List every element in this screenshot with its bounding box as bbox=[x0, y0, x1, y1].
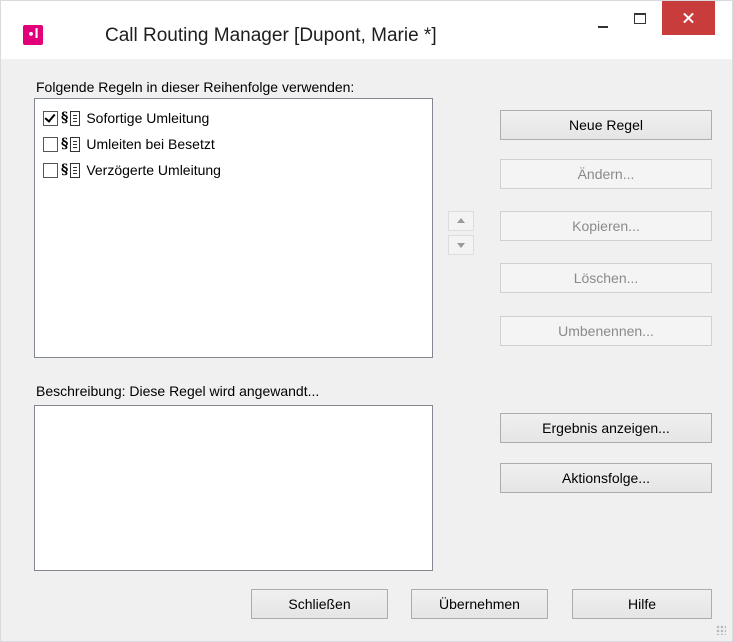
rule-label: Verzögerte Umleitung bbox=[86, 162, 221, 178]
rule-label: Umleiten bei Besetzt bbox=[86, 136, 215, 152]
maximize-icon[interactable] bbox=[625, 3, 655, 39]
description-label: Beschreibung: Diese Regel wird angewandt… bbox=[36, 383, 320, 399]
delete-rule-button[interactable]: Löschen... bbox=[500, 263, 712, 293]
action-sequence-button[interactable]: Aktionsfolge... bbox=[500, 463, 712, 493]
window-title: Call Routing Manager [Dupont, Marie *] bbox=[105, 25, 437, 46]
paragraph-icon: § bbox=[61, 110, 69, 126]
rule-item-umleiten-bei-besetzt[interactable]: § Umleiten bei Besetzt bbox=[43, 134, 215, 154]
description-box bbox=[34, 405, 433, 571]
close-button[interactable]: Schließen bbox=[251, 589, 388, 619]
move-up-button[interactable] bbox=[448, 211, 474, 231]
rule-checkbox-checked[interactable] bbox=[43, 110, 58, 126]
document-icon bbox=[70, 136, 81, 152]
rules-list[interactable]: § Sofortige Umleitung § Umleiten bei Bes… bbox=[34, 98, 433, 358]
new-rule-button[interactable]: Neue Regel bbox=[500, 110, 712, 140]
rename-rule-button[interactable]: Umbenennen... bbox=[500, 316, 712, 346]
move-down-button[interactable] bbox=[448, 235, 474, 255]
document-icon bbox=[70, 110, 81, 126]
rules-label: Folgende Regeln in dieser Reihenfolge ve… bbox=[36, 79, 355, 95]
call-routing-dialog: •ꟾ Call Routing Manager [Dupont, Marie *… bbox=[0, 0, 733, 642]
rule-item-verzoegerte-umleitung[interactable]: § Verzögerte Umleitung bbox=[43, 160, 221, 180]
rule-item-sofortige-umleitung[interactable]: § Sofortige Umleitung bbox=[43, 108, 209, 128]
rule-checkbox[interactable] bbox=[43, 136, 58, 152]
paragraph-icon: § bbox=[61, 136, 69, 152]
edit-rule-button[interactable]: Ändern... bbox=[500, 159, 712, 189]
app-logo-icon: •ꟾ bbox=[23, 25, 43, 45]
rule-label: Sofortige Umleitung bbox=[86, 110, 210, 126]
minimize-icon[interactable] bbox=[581, 3, 625, 39]
help-button[interactable]: Hilfe bbox=[572, 589, 712, 619]
apply-button[interactable]: Übernehmen bbox=[411, 589, 548, 619]
paragraph-icon: § bbox=[61, 162, 69, 178]
copy-rule-button[interactable]: Kopieren... bbox=[500, 211, 712, 241]
close-icon[interactable] bbox=[662, 1, 715, 35]
resize-grip-icon[interactable] bbox=[716, 625, 726, 635]
show-result-button[interactable]: Ergebnis anzeigen... bbox=[500, 413, 712, 443]
title-bar[interactable]: •ꟾ Call Routing Manager [Dupont, Marie *… bbox=[1, 1, 732, 59]
document-icon bbox=[70, 162, 81, 178]
rule-checkbox[interactable] bbox=[43, 162, 58, 178]
